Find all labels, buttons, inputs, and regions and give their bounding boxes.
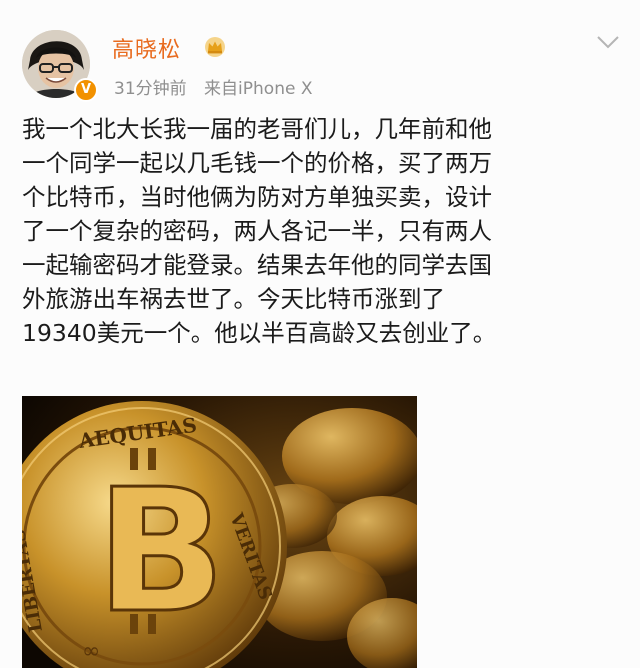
post-text-line: 一个同学一起以几毛钱一个的价格，买了两万 [22,149,492,177]
post-source: 来自iPhone X [204,79,313,99]
infinity-icon: ∞ [82,639,100,664]
post-meta: 31分钟前 来自iPhone X [114,74,312,99]
crown-icon [205,37,225,57]
chevron-down-icon[interactable] [596,34,620,50]
post-text-line: 19340美元一个。他以半百高龄又去创业了。 [22,319,497,347]
post-image[interactable]: AEQUITAS VERITAS LIBERTAS B ∞ [22,396,417,668]
verified-badge-icon: V [74,78,98,102]
post-header: V 高晓松 31分钟前 来自iPhone X [0,0,640,110]
author-name[interactable]: 高晓松 [112,32,181,64]
weibo-post: V 高晓松 31分钟前 来自iPhone X 我一个北大长我一届的老哥们儿，几年… [0,0,640,668]
post-text-line: 一起输密码才能登录。结果去年他的同学去国 [22,251,492,279]
post-text-line: 个比特币，当时他俩为防对方单独买卖，设计 [22,183,492,211]
post-time: 31分钟前 [114,79,187,99]
post-text-line: 我一个北大长我一届的老哥们儿，几年前和他 [22,115,492,143]
post-text-line: 了一个复杂的密码，两人各记一半，只有两人 [22,217,492,245]
post-text-line: 外旅游出车祸去世了。今天比特币涨到了 [22,285,445,313]
bitcoin-symbol-icon: B [96,453,226,651]
post-text: 我一个北大长我一届的老哥们儿，几年前和他 一个同学一起以几毛钱一个的价格，买了两… [22,112,622,350]
